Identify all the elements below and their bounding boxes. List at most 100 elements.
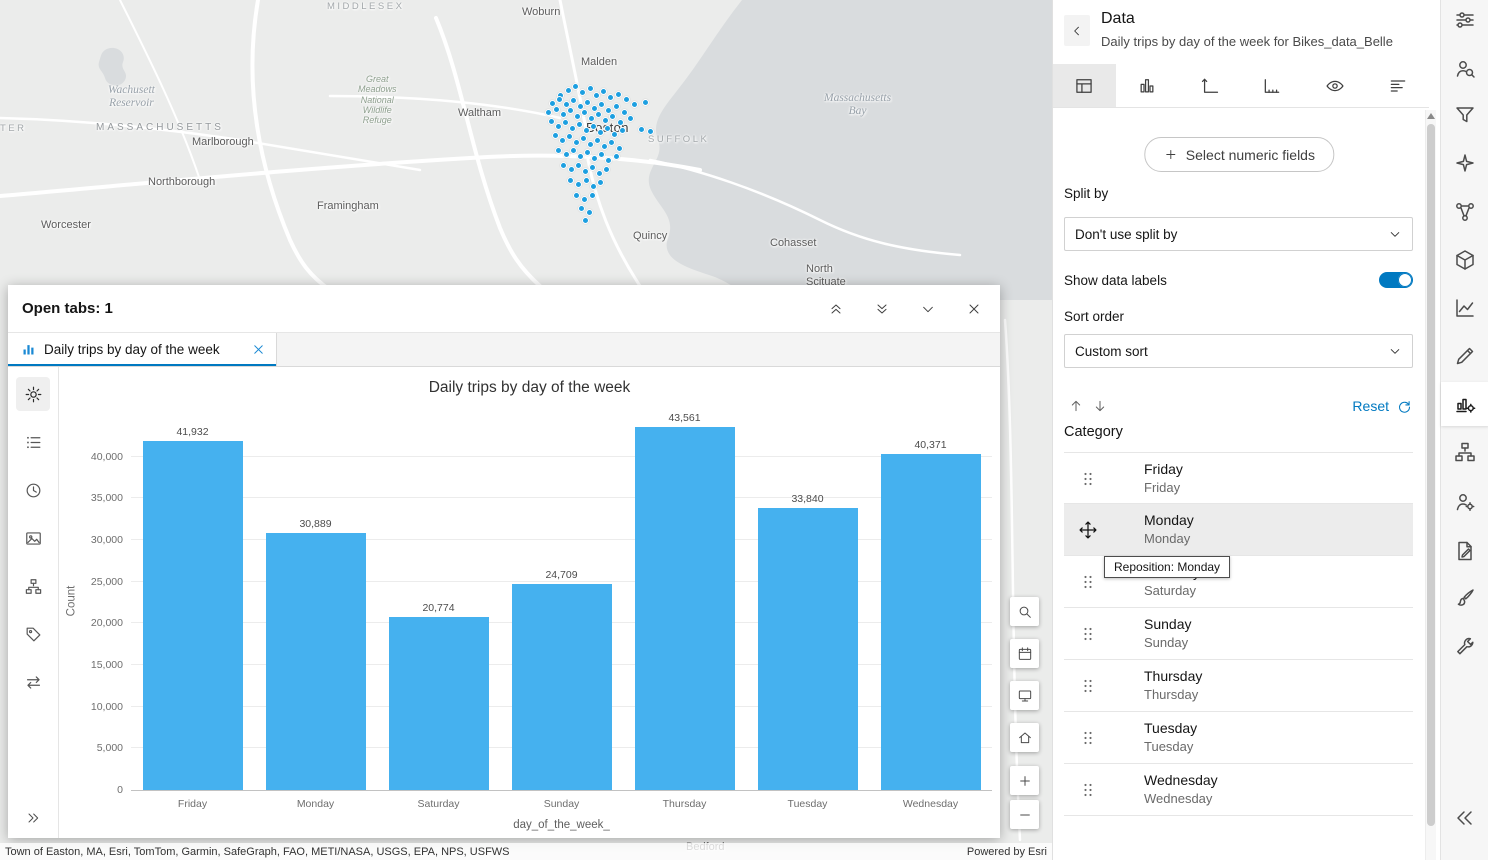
drag-handle-icon[interactable] (1078, 572, 1098, 592)
rail-scene-button[interactable] (1453, 248, 1477, 272)
chart-tag-button[interactable] (16, 617, 50, 651)
bar[interactable] (389, 617, 489, 790)
map-home-button[interactable] (1010, 723, 1039, 752)
tab-guides[interactable] (1304, 64, 1367, 107)
tab-y-axis[interactable] (1178, 64, 1241, 107)
chart-history-button[interactable] (16, 473, 50, 507)
bar[interactable] (143, 441, 243, 790)
tab-daily-trips[interactable]: Daily trips by day of the week (8, 333, 277, 366)
trip-point (619, 127, 626, 134)
rail-report-button[interactable] (1453, 539, 1477, 563)
split-by-value: Don't use split by (1075, 227, 1177, 242)
rail-style-button[interactable] (1453, 586, 1477, 610)
trip-point (556, 96, 563, 103)
sliders-icon (1453, 8, 1477, 32)
category-item-text: MondayMonday (1144, 512, 1194, 546)
rail-sketch-button[interactable] (1453, 344, 1477, 368)
dock-down-icon[interactable] (874, 301, 890, 317)
bar[interactable] (266, 533, 366, 790)
trip-point (603, 166, 610, 173)
map-search-button[interactable] (1010, 597, 1039, 626)
rail-model-button[interactable] (1453, 440, 1477, 464)
drag-handle-icon[interactable] (1078, 676, 1098, 696)
map-zoom-out-button[interactable] (1010, 800, 1039, 829)
chart-plot-region[interactable]: Daily trips by day of the week Count 05,… (59, 367, 1000, 838)
drag-handle-icon[interactable] (1078, 469, 1098, 489)
chart-swap-axes-button[interactable] (16, 665, 50, 699)
bar-column-saturday: 20,774 (377, 602, 500, 790)
map-zoom-in-button[interactable] (1010, 766, 1039, 795)
tab-series[interactable] (1116, 64, 1179, 107)
y-tick-label: 30,000 (91, 534, 123, 546)
bar[interactable] (758, 508, 858, 790)
rail-sharing-button[interactable] (1453, 490, 1477, 514)
x-tick-label: Tuesday (746, 798, 869, 810)
category-item-tuesday[interactable]: TuesdayTuesday (1064, 712, 1413, 764)
rail-collapse-button[interactable] (1453, 806, 1477, 830)
close-tab-icon[interactable] (251, 342, 266, 357)
rail-effects-button[interactable] (1453, 151, 1477, 175)
dock-up-icon[interactable] (828, 301, 844, 317)
category-item-friday[interactable]: FridayFriday (1064, 452, 1413, 504)
rail-analysis-button[interactable] (1453, 200, 1477, 224)
y-tick-label: 5,000 (97, 742, 123, 754)
category-item-sunday[interactable]: SundaySunday (1064, 608, 1413, 660)
show-data-labels-toggle[interactable] (1379, 272, 1413, 288)
minimize-icon[interactable] (920, 301, 936, 317)
map-presentation-button[interactable] (1010, 681, 1039, 710)
trip-point (611, 131, 618, 138)
drag-handle-icon[interactable] (1078, 780, 1098, 800)
trip-point (567, 107, 574, 114)
rail-tools-button[interactable] (1453, 635, 1477, 659)
category-item-thursday[interactable]: ThursdayThursday (1064, 660, 1413, 712)
bar-data-label: 41,932 (176, 426, 208, 438)
split-by-select[interactable]: Don't use split by (1064, 217, 1413, 251)
rail-find-button[interactable] (1453, 57, 1477, 81)
trip-point (590, 123, 597, 130)
chart-legend-button[interactable] (16, 425, 50, 459)
tab-data-fields[interactable] (1053, 64, 1116, 107)
bar[interactable] (512, 584, 612, 790)
y-tick-label: 40,000 (91, 451, 123, 463)
trip-point (589, 192, 596, 199)
drag-handle-icon[interactable] (1078, 624, 1098, 644)
trip-point (617, 119, 624, 126)
rail-properties-button[interactable] (1453, 8, 1477, 32)
rail-chart-properties-button[interactable] (1453, 392, 1477, 416)
tab-format[interactable] (1366, 64, 1429, 107)
chart-export-image-button[interactable] (16, 521, 50, 555)
sort-order-select[interactable]: Custom sort (1064, 334, 1413, 368)
move-up-button[interactable] (1064, 394, 1088, 418)
category-item-sublabel: Monday (1144, 531, 1194, 546)
chart-settings-button[interactable] (16, 377, 50, 411)
move-cursor-icon[interactable] (1078, 520, 1098, 540)
rail-chart-line-button[interactable] (1453, 296, 1477, 320)
rail-filter-button[interactable] (1453, 103, 1477, 127)
category-item-wednesday[interactable]: WednesdayWednesday (1064, 764, 1413, 816)
panel-scrollbar[interactable] (1425, 110, 1436, 860)
trip-point (562, 119, 569, 126)
drag-handle-icon[interactable] (1078, 728, 1098, 748)
collapse-panel-button[interactable] (1064, 15, 1090, 46)
trip-point (627, 115, 634, 122)
category-item-monday[interactable]: MondayMonday (1064, 504, 1413, 556)
reset-sort-button[interactable]: Reset (1352, 398, 1413, 415)
bar[interactable] (881, 454, 981, 790)
expand-toolbar-icon[interactable] (25, 810, 41, 826)
data-panel: Data Daily trips by day of the week for … (1052, 0, 1440, 860)
close-window-icon[interactable] (966, 301, 982, 317)
scroll-up-arrow[interactable] (1427, 113, 1435, 119)
map-time-slider-button[interactable] (1010, 639, 1039, 668)
arrow-up-icon (1068, 398, 1084, 414)
chart-window-header[interactable]: Open tabs: 1 (8, 285, 1000, 332)
axis-x-icon (1262, 76, 1282, 96)
monitor-icon (1017, 688, 1033, 704)
person-search-icon (1453, 57, 1477, 81)
chart-model-button[interactable] (16, 569, 50, 603)
move-down-button[interactable] (1088, 394, 1112, 418)
select-numeric-fields-button[interactable]: Select numeric fields (1144, 137, 1334, 172)
tab-x-axis[interactable] (1241, 64, 1304, 107)
scrollbar-thumb[interactable] (1427, 124, 1435, 826)
trip-point (597, 129, 604, 136)
bar[interactable] (635, 427, 735, 790)
